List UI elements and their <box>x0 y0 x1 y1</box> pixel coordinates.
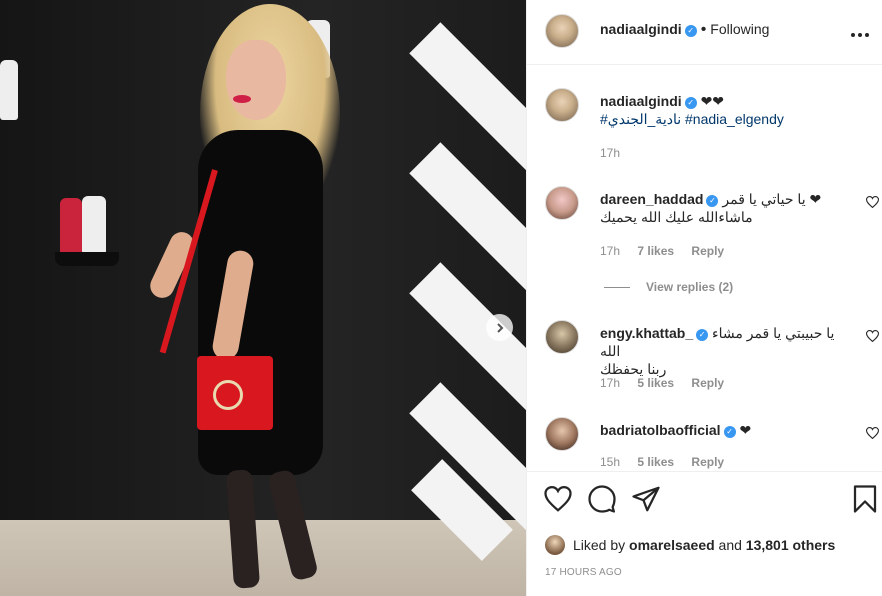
post-actions-bar <box>527 471 882 531</box>
comment-likes[interactable]: 5 likes <box>637 376 674 390</box>
avatar[interactable] <box>545 88 579 122</box>
person-legs <box>222 468 342 590</box>
comment-meta: 17h 7 likes Reply <box>600 244 738 258</box>
replies-divider <box>604 287 630 289</box>
avatar[interactable] <box>545 320 579 354</box>
like-button[interactable] <box>543 484 573 514</box>
reply-button[interactable]: Reply <box>691 244 724 258</box>
caption-hashtags[interactable]: #نادية_الجندي #nadia_elgendy <box>600 111 784 127</box>
avatar[interactable] <box>545 535 565 555</box>
following-button[interactable]: Following <box>710 21 769 37</box>
comment-time[interactable]: 15h <box>600 455 620 469</box>
heart-outline-icon <box>865 427 880 440</box>
comment-text: engy.khattab_ ✓ يا حبيبتي يا قمر مشاء الل… <box>600 324 850 378</box>
verified-badge-icon: ✓ <box>684 25 697 37</box>
next-photo-button[interactable] <box>486 314 513 341</box>
caption-time[interactable]: 17h <box>600 146 620 160</box>
product-bottle <box>82 196 106 254</box>
header-user-line: nadiaalgindi ✓ • Following <box>600 21 769 39</box>
post-photo[interactable] <box>0 0 526 596</box>
post-header: nadiaalgindi ✓ • Following <box>527 0 882 65</box>
comments-list[interactable]: nadiaalgindi ✓ ❤❤ #نادية_الجندي #nadia_el… <box>527 66 882 471</box>
view-replies-button[interactable]: View replies (2) <box>604 280 733 294</box>
verified-badge-icon: ✓ <box>684 97 697 109</box>
reply-button[interactable]: Reply <box>691 376 724 390</box>
comment-meta: 17h 5 likes Reply <box>600 376 738 390</box>
caption-username[interactable]: nadiaalgindi <box>600 93 682 109</box>
verified-badge-icon: ✓ <box>696 329 709 341</box>
comment-time[interactable]: 17h <box>600 244 620 258</box>
comment-username[interactable]: badriatolbaofficial <box>600 422 721 438</box>
comment-meta: 15h 5 likes Reply <box>600 455 738 469</box>
person-lips <box>233 95 251 103</box>
avatar[interactable] <box>545 186 579 220</box>
red-handbag <box>197 356 273 430</box>
comment-body-line2: ربنا يحفظك <box>600 361 667 377</box>
caption-meta: 17h <box>600 146 634 160</box>
person-face <box>226 40 286 120</box>
comment-button[interactable] <box>587 484 617 514</box>
comment-bubble-icon <box>588 485 616 513</box>
chevron-right-icon <box>496 322 503 333</box>
likes-prefix: Liked by <box>573 537 626 553</box>
heart-icon <box>544 485 572 512</box>
comment-body-line2: ماشاءالله عليك الله يحميك <box>600 209 753 225</box>
post-timestamp[interactable]: 17 HOURS AGO <box>545 567 622 578</box>
liked-by-user[interactable]: omarelsaeed <box>629 537 715 553</box>
comment-username[interactable]: engy.khattab_ <box>600 325 693 341</box>
separator-dot: • <box>700 21 707 38</box>
heart-outline-icon <box>865 330 880 343</box>
person-leg <box>225 469 261 589</box>
save-button[interactable] <box>852 484 882 514</box>
caption-body: ❤❤ <box>700 93 725 109</box>
share-button[interactable] <box>631 484 661 514</box>
reply-button[interactable]: Reply <box>691 455 724 469</box>
comment-like-button[interactable] <box>865 196 880 211</box>
likes-count-button[interactable]: 13,801 others <box>746 537 836 553</box>
comment-body-line1: ❤ <box>739 422 752 438</box>
avatar[interactable] <box>545 417 579 451</box>
product-bottle <box>60 198 82 254</box>
post-side-panel: nadiaalgindi ✓ • Following nadiaalgindi ✓ ❤❤… <box>526 0 882 596</box>
bookmark-icon <box>853 485 877 513</box>
view-replies-label: View replies (2) <box>646 280 734 294</box>
paper-plane-icon <box>632 486 660 512</box>
comment-time[interactable]: 17h <box>600 376 620 390</box>
likes-and: and <box>718 537 742 553</box>
comment-username[interactable]: dareen_haddad <box>600 191 703 207</box>
verified-badge-icon: ✓ <box>706 195 719 207</box>
comment-like-button[interactable] <box>865 330 880 345</box>
verified-badge-icon: ✓ <box>723 426 736 438</box>
more-horizontal-icon <box>851 33 869 37</box>
comment-body-line1: يا حياتي يا قمر ❤ <box>722 191 822 207</box>
wall-shelf <box>55 252 119 266</box>
comment-likes[interactable]: 5 likes <box>637 455 674 469</box>
avatar[interactable] <box>545 14 579 48</box>
comment-text: badriatolbaofficial ✓ ❤ <box>600 421 850 439</box>
comment-like-button[interactable] <box>865 427 880 442</box>
header-username[interactable]: nadiaalgindi <box>600 21 682 37</box>
comment-text: dareen_haddad ✓ يا حياتي يا قمر ❤ ماشاءال… <box>600 190 850 226</box>
likes-summary: Liked by omarelsaeed and 13,801 others <box>545 535 835 555</box>
more-options-button[interactable] <box>851 22 869 43</box>
instagram-post-view: nadiaalgindi ✓ • Following nadiaalgindi ✓ ❤❤… <box>0 0 882 596</box>
bag-ring <box>213 380 243 410</box>
heart-outline-icon <box>865 196 880 209</box>
comment-likes[interactable]: 7 likes <box>637 244 674 258</box>
person-leg <box>267 468 319 582</box>
product-bottle <box>0 60 18 120</box>
caption-text: nadiaalgindi ✓ ❤❤ #نادية_الجندي #nadia_el… <box>600 92 850 128</box>
